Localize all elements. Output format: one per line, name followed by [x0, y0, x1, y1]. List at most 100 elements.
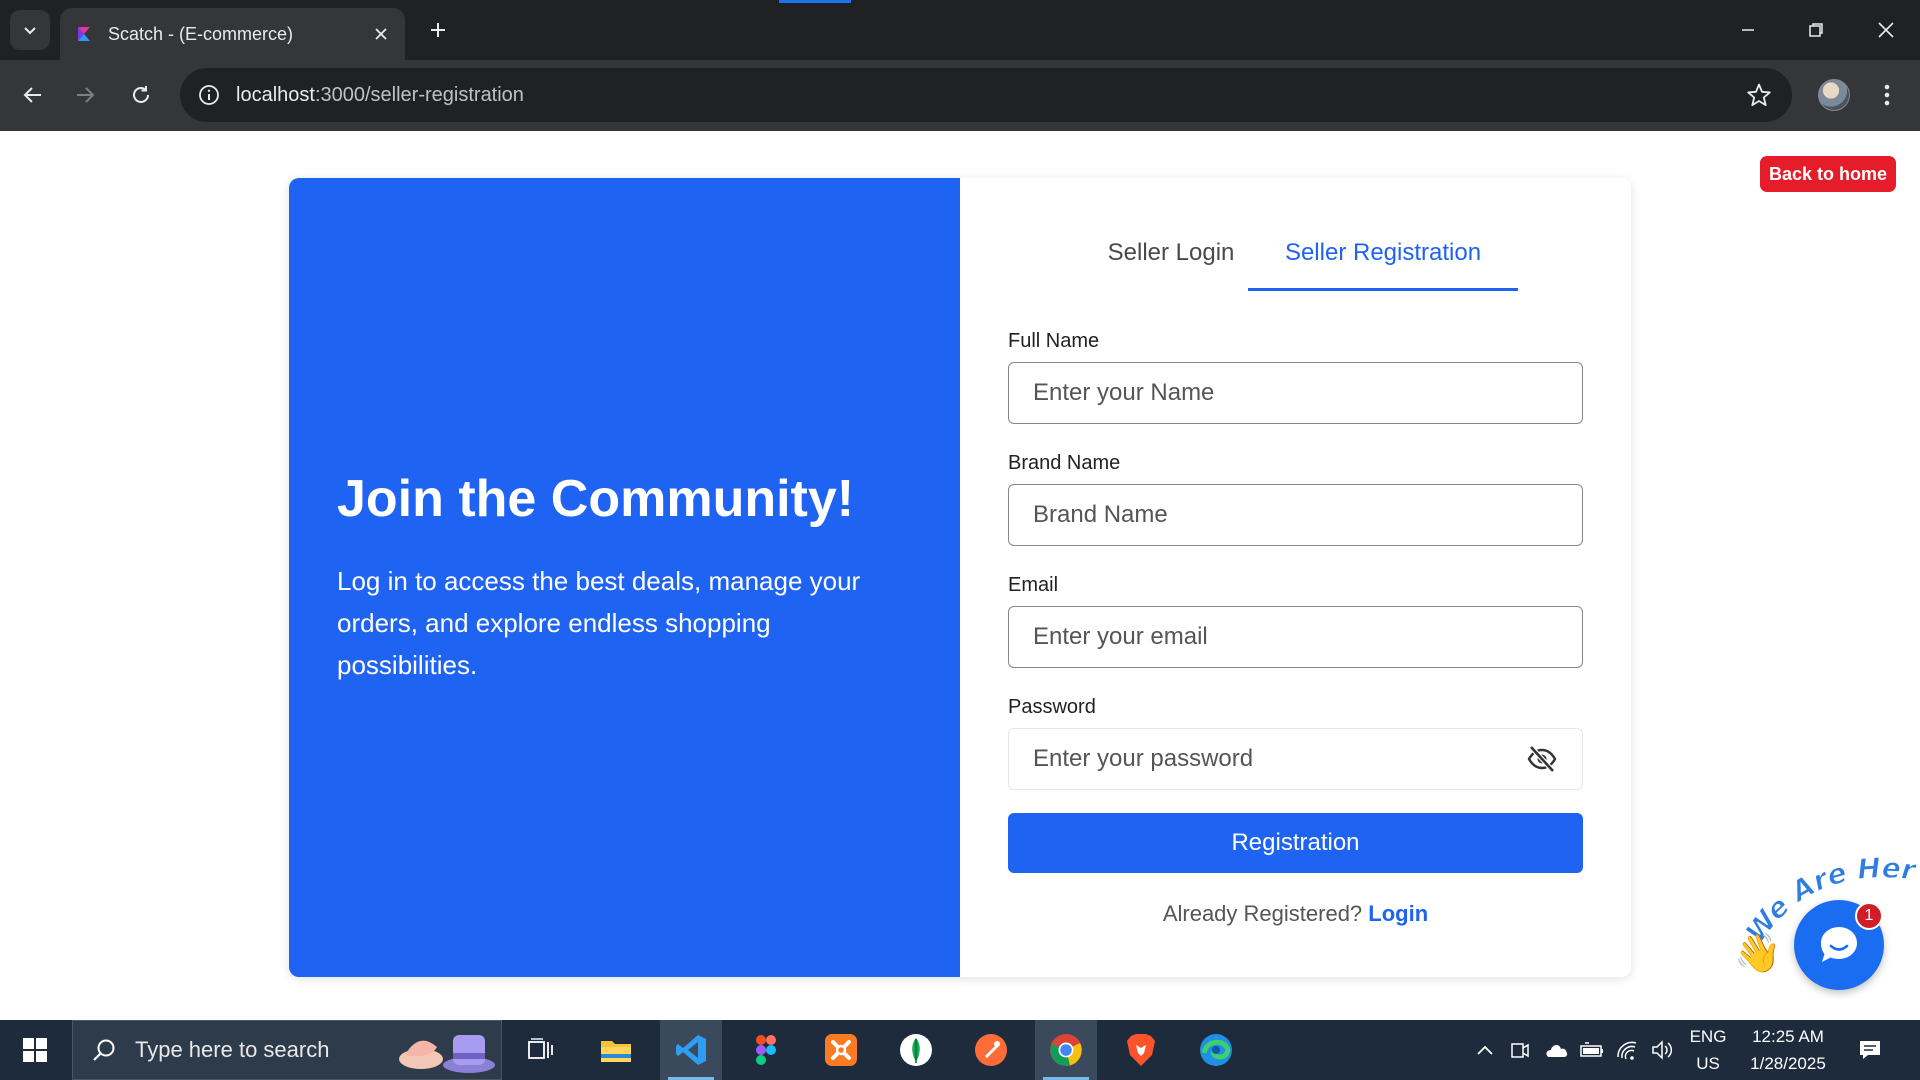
tab-drag-indicator — [779, 0, 851, 3]
chat-icon — [1821, 927, 1857, 962]
hero-text: Log in to access the best deals, manage … — [337, 566, 861, 680]
notification-center-button[interactable] — [1850, 1020, 1890, 1080]
login-link[interactable]: Login — [1368, 901, 1428, 926]
onedrive-button[interactable] — [1540, 1020, 1572, 1080]
xampp-icon — [825, 1034, 857, 1066]
speaker-icon — [1652, 1040, 1673, 1060]
browser-tab-strip: Scatch - (E-commerce) — [0, 0, 1920, 60]
chat-unread-badge: 1 — [1855, 902, 1883, 930]
chevron-up-icon — [1477, 1045, 1493, 1055]
already-registered-text: Already Registered? — [1162, 901, 1363, 926]
battery-icon — [1580, 1042, 1603, 1057]
registration-form: Seller Login Seller Registration Full Na… — [960, 178, 1631, 977]
arrow-right-icon — [77, 87, 95, 103]
url-path: :3000/seller-registration — [314, 83, 524, 106]
task-view-icon — [528, 1038, 553, 1059]
close-icon — [375, 28, 387, 40]
password-label: Password — [1008, 696, 1096, 718]
notification-icon — [1860, 1041, 1880, 1059]
language-indicator[interactable]: ENG US — [1682, 1020, 1734, 1080]
search-icon — [93, 1039, 115, 1061]
chrome-button[interactable] — [1035, 1020, 1097, 1080]
clock[interactable]: 12:25 AM 1/28/2025 — [1738, 1020, 1838, 1080]
edge-icon — [1200, 1034, 1232, 1066]
url-text: localhost:3000/seller-registration — [236, 84, 524, 107]
url-host: localhost — [236, 83, 315, 106]
reload-button[interactable] — [120, 74, 162, 116]
figma-icon — [756, 1035, 776, 1065]
address-bar[interactable]: localhost:3000/seller-registration — [180, 68, 1792, 122]
search-placeholder: Type here to search — [135, 1037, 330, 1062]
email-label: Email — [1008, 574, 1059, 596]
hero-panel: Join the Community! Log in to access the… — [289, 178, 960, 977]
brave-button[interactable] — [1110, 1020, 1172, 1080]
windows-taskbar: Type here to search ENG US 12:25 AM 1/28… — [0, 1020, 1920, 1080]
restore-icon — [1809, 23, 1823, 37]
brand-name-input[interactable] — [1033, 501, 1558, 529]
already-registered-line: Already Registered? Login — [960, 901, 1631, 927]
mongodb-leaf-icon — [900, 1034, 932, 1066]
taskbar-search[interactable]: Type here to search — [72, 1020, 502, 1080]
back-button[interactable] — [12, 74, 54, 116]
full-name-input[interactable] — [1033, 379, 1558, 407]
registration-button[interactable]: Registration — [1008, 813, 1583, 873]
volume-button[interactable] — [1646, 1020, 1678, 1080]
mongodb-compass-button[interactable] — [885, 1020, 947, 1080]
edge-button[interactable] — [1185, 1020, 1247, 1080]
tab-title: Scatch - (E-commerce) — [108, 23, 294, 44]
minimize-icon — [1742, 29, 1754, 31]
email-input[interactable] — [1033, 623, 1558, 651]
restore-button[interactable] — [1782, 0, 1850, 60]
reload-icon — [133, 86, 149, 103]
forward-button[interactable] — [64, 74, 106, 116]
close-window-button[interactable] — [1852, 0, 1920, 60]
xampp-button[interactable] — [810, 1020, 872, 1080]
network-button[interactable] — [1612, 1020, 1644, 1080]
brave-lion-icon — [1127, 1034, 1155, 1066]
browser-menu-button[interactable] — [1870, 77, 1904, 113]
battery-button[interactable] — [1576, 1020, 1608, 1080]
arrow-left-icon — [23, 87, 41, 103]
email-field[interactable] — [1008, 606, 1583, 668]
brand-name-label: Brand Name — [1008, 452, 1121, 474]
tab-search-button[interactable] — [10, 10, 50, 50]
tab-seller-login[interactable]: Seller Login — [1081, 235, 1261, 291]
hero-title: Join the Community! — [337, 470, 855, 528]
vscode-button[interactable] — [660, 1020, 722, 1080]
eye-slash-icon[interactable] — [1526, 743, 1558, 775]
minimize-button[interactable] — [1714, 0, 1782, 60]
meet-now-button[interactable] — [1505, 1020, 1535, 1080]
waving-hand-icon: 👋 — [1734, 933, 1782, 975]
keyboard-region: US — [1696, 1054, 1720, 1073]
site-info-icon[interactable] — [198, 84, 220, 106]
more-vertical-icon — [1884, 84, 1890, 106]
plus-icon — [431, 23, 445, 37]
show-hidden-icons-button[interactable] — [1470, 1020, 1500, 1080]
page-content: Back to home Join the Community! Log in … — [0, 131, 1920, 1020]
language-code: ENG — [1689, 1027, 1727, 1046]
clock-time: 12:25 AM — [1752, 1027, 1824, 1046]
profile-avatar[interactable] — [1818, 79, 1850, 111]
password-field[interactable] — [1008, 728, 1583, 790]
figma-button[interactable] — [735, 1020, 797, 1080]
close-icon — [1878, 22, 1894, 38]
task-view-button[interactable] — [510, 1020, 572, 1080]
start-button[interactable] — [0, 1020, 70, 1080]
chrome-icon — [1050, 1034, 1082, 1066]
tab-seller-registration[interactable]: Seller Registration — [1248, 235, 1518, 291]
site-favicon-icon — [78, 27, 90, 41]
full-name-field[interactable] — [1008, 362, 1583, 424]
clock-date: 1/28/2025 — [1750, 1054, 1826, 1073]
search-highlight-graphic — [399, 1035, 495, 1073]
file-explorer-button[interactable] — [585, 1020, 647, 1080]
new-tab-button[interactable] — [420, 12, 456, 48]
password-input[interactable] — [1033, 745, 1526, 773]
tab-close-button[interactable] — [369, 22, 393, 46]
bookmark-star-icon[interactable] — [1746, 82, 1772, 108]
brand-name-field[interactable] — [1008, 484, 1583, 546]
browser-tab[interactable]: Scatch - (E-commerce) — [60, 8, 405, 60]
postman-icon — [975, 1034, 1007, 1066]
back-to-home-button[interactable]: Back to home — [1760, 156, 1896, 192]
chevron-down-icon — [24, 27, 36, 35]
postman-button[interactable] — [960, 1020, 1022, 1080]
